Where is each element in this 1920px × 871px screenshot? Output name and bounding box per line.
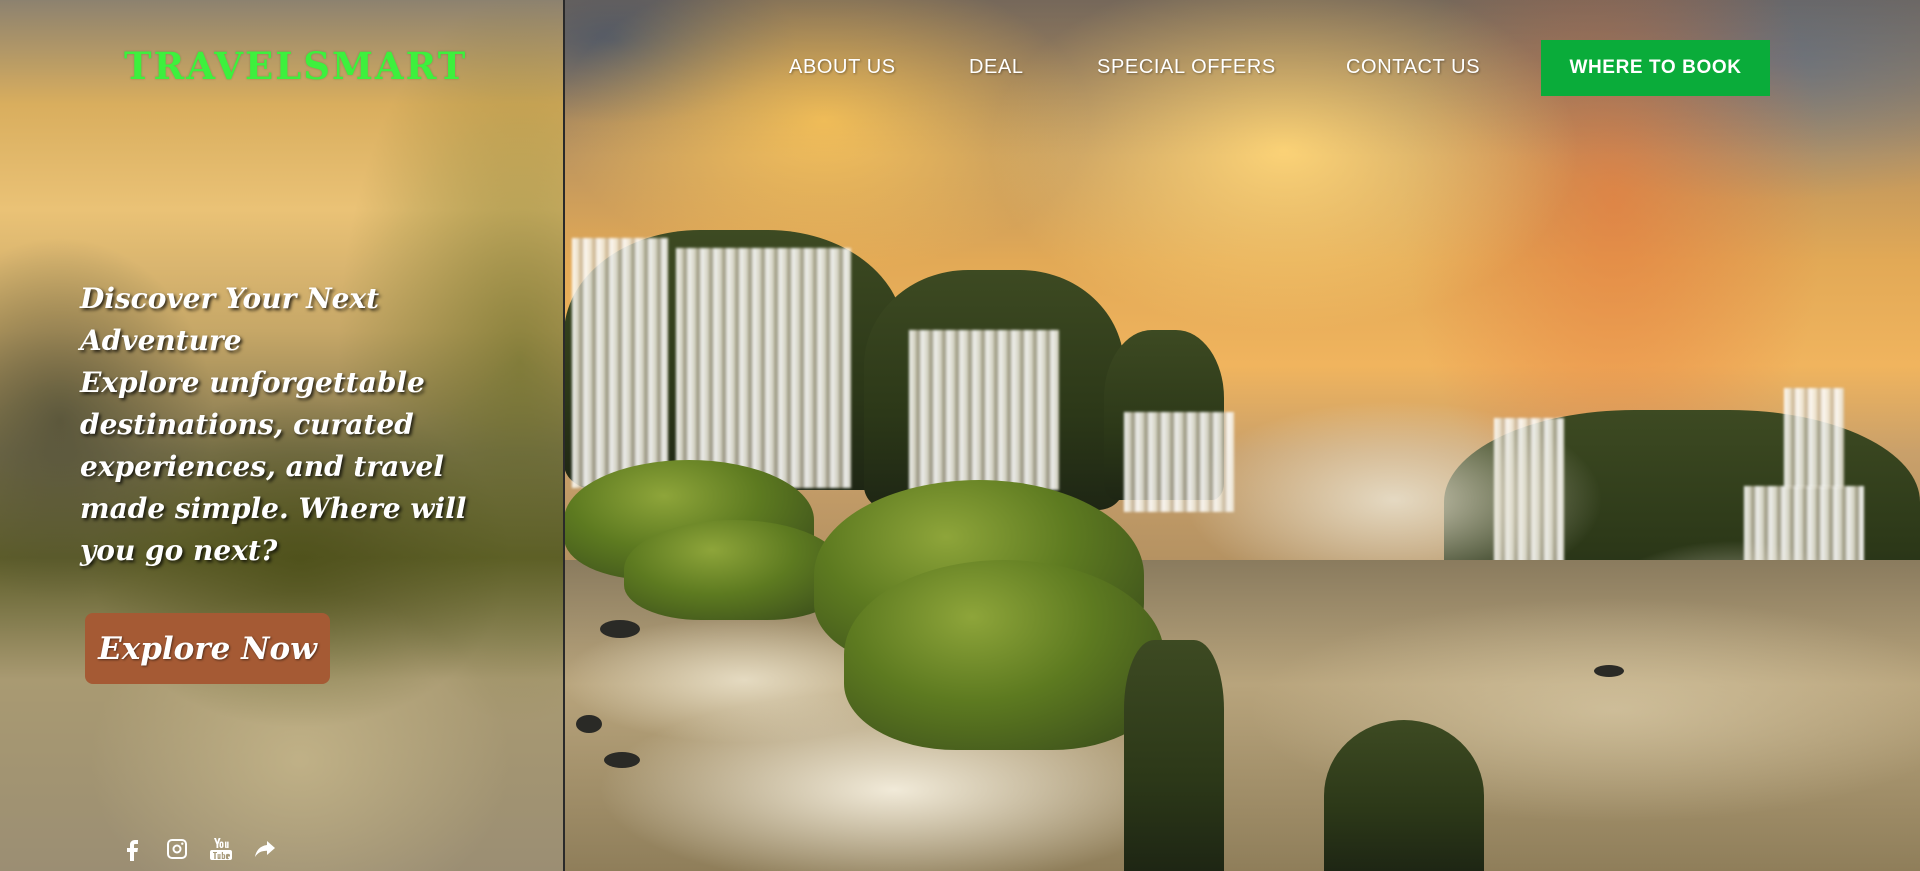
facebook-icon[interactable] [120, 836, 146, 862]
nav-contact-us[interactable]: CONTACT US [1346, 56, 1480, 79]
hero-body: Explore unforgettable destinations, cura… [80, 366, 467, 567]
hero-background-image [564, 0, 1920, 871]
share-icon[interactable] [252, 836, 278, 862]
main-nav: ABOUT US DEAL SPECIAL OFFERS CONTACT US … [0, 40, 1920, 96]
youtube-icon[interactable] [208, 836, 234, 862]
panel-divider [563, 0, 565, 871]
nav-deal[interactable]: DEAL [969, 56, 1024, 79]
instagram-icon[interactable] [164, 836, 190, 862]
social-links [120, 836, 278, 862]
nav-about-us[interactable]: ABOUT US [789, 56, 896, 79]
hero-headline: Discover Your Next Adventure [80, 282, 380, 357]
explore-now-button[interactable]: Explore Now [85, 613, 330, 684]
nav-special-offers[interactable]: SPECIAL OFFERS [1097, 56, 1276, 79]
hero-text: Discover Your Next Adventure Explore unf… [80, 278, 480, 572]
where-to-book-button[interactable]: WHERE TO BOOK [1541, 40, 1770, 96]
